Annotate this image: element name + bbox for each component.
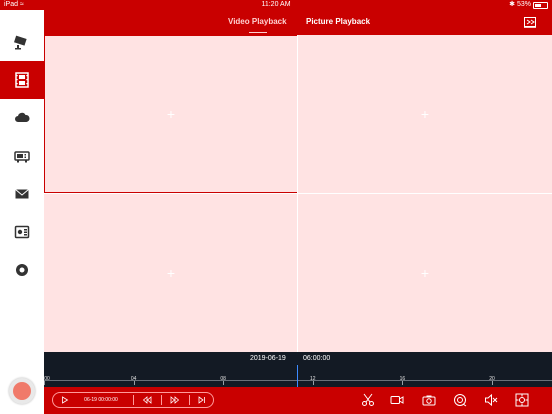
film-icon <box>15 72 29 88</box>
add-channel-icon: + <box>166 106 176 122</box>
timeline-ruler <box>44 380 552 381</box>
video-grid: + + + + <box>44 35 552 352</box>
video-cell-2[interactable]: + <box>298 35 552 193</box>
battery-indicator: ✱ 53% <box>509 0 548 10</box>
device-config-icon <box>14 225 30 239</box>
play-button[interactable] <box>59 393 71 407</box>
next-frame-button[interactable] <box>193 393 211 407</box>
clock: 11:20 AM <box>261 1 291 8</box>
video-camera-icon <box>390 396 404 404</box>
add-channel-icon: + <box>420 265 430 281</box>
sidebar-item-playback[interactable] <box>0 61 44 99</box>
playback-controls: 06-19 00:00:00 <box>44 387 552 414</box>
digital-zoom-icon <box>515 393 529 407</box>
timeline-time: 06:00:00 <box>303 355 331 362</box>
snapshot-button[interactable] <box>422 393 436 407</box>
battery-icon <box>533 1 548 9</box>
settings-icon <box>16 264 28 276</box>
mute-button[interactable] <box>484 393 498 407</box>
clip-button[interactable] <box>361 393 375 407</box>
timeline-tick-label: 16 <box>399 376 406 382</box>
bluetooth-icon: ✱ <box>509 1 515 8</box>
sidebar <box>0 10 45 414</box>
add-channel-icon: + <box>166 265 176 281</box>
exit-icon[interactable] <box>524 16 536 28</box>
sidebar-item-messages[interactable] <box>0 175 44 213</box>
sidebar-item-live-view[interactable] <box>0 23 44 61</box>
sidebar-item-devices[interactable] <box>0 137 44 175</box>
timeline-date: 2019-06-19 <box>250 355 286 362</box>
record-clip-button[interactable] <box>390 393 404 407</box>
timeline-tick-label: 00 <box>44 376 50 382</box>
video-cell-4[interactable]: + <box>298 194 552 352</box>
sidebar-item-device-config[interactable] <box>0 213 44 251</box>
playback-pill: 06-19 00:00:00 <box>52 392 214 408</box>
step-forward-icon <box>198 396 205 404</box>
camera-icon <box>14 35 27 50</box>
timeline-tick-label: 04 <box>130 376 137 382</box>
fast-forward-button[interactable] <box>165 393 185 407</box>
mail-icon <box>15 189 29 199</box>
scissors-icon <box>362 393 374 406</box>
rewind-icon <box>142 396 152 404</box>
record-button[interactable] <box>9 378 35 404</box>
timeline-tick-label: 12 <box>310 376 316 382</box>
status-bar: iPad ≈ 11:20 AM ✱ 53% <box>0 0 552 10</box>
dvr-icon <box>14 151 30 163</box>
photo-camera-icon <box>422 395 436 406</box>
timeline-tick-label: 08 <box>220 376 226 382</box>
rewind-button[interactable] <box>137 393 157 407</box>
zoom-button[interactable] <box>515 393 529 407</box>
video-cell-1[interactable]: + <box>44 35 298 193</box>
top-nav: Video Playback Picture Playback <box>44 10 552 35</box>
record-dot <box>13 382 31 400</box>
video-cell-3[interactable]: + <box>44 194 298 352</box>
sidebar-item-cloud[interactable] <box>0 99 44 137</box>
cloud-icon <box>15 112 30 122</box>
ptz-icon <box>454 394 467 407</box>
battery-percent: 53% <box>516 1 531 8</box>
tab-video-playback[interactable]: Video Playback <box>228 17 287 26</box>
playback-time: 06-19 00:00:00 <box>84 397 118 403</box>
add-channel-icon: + <box>420 106 430 122</box>
mute-icon <box>485 393 498 407</box>
timeline-cursor[interactable] <box>297 365 298 387</box>
tab-picture-playback[interactable]: Picture Playback <box>306 17 370 26</box>
active-tab-indicator <box>249 32 267 33</box>
play-icon <box>62 396 69 404</box>
timeline-tick-label: 20 <box>489 376 495 382</box>
grid-divider-horizontal <box>44 193 552 194</box>
ptz-button[interactable] <box>453 393 467 407</box>
sidebar-item-settings[interactable] <box>0 251 44 289</box>
timeline[interactable]: 2019-06-19 06:00:00 00 04 08 12 16 20 <box>44 352 552 387</box>
fast-forward-icon <box>170 396 180 404</box>
